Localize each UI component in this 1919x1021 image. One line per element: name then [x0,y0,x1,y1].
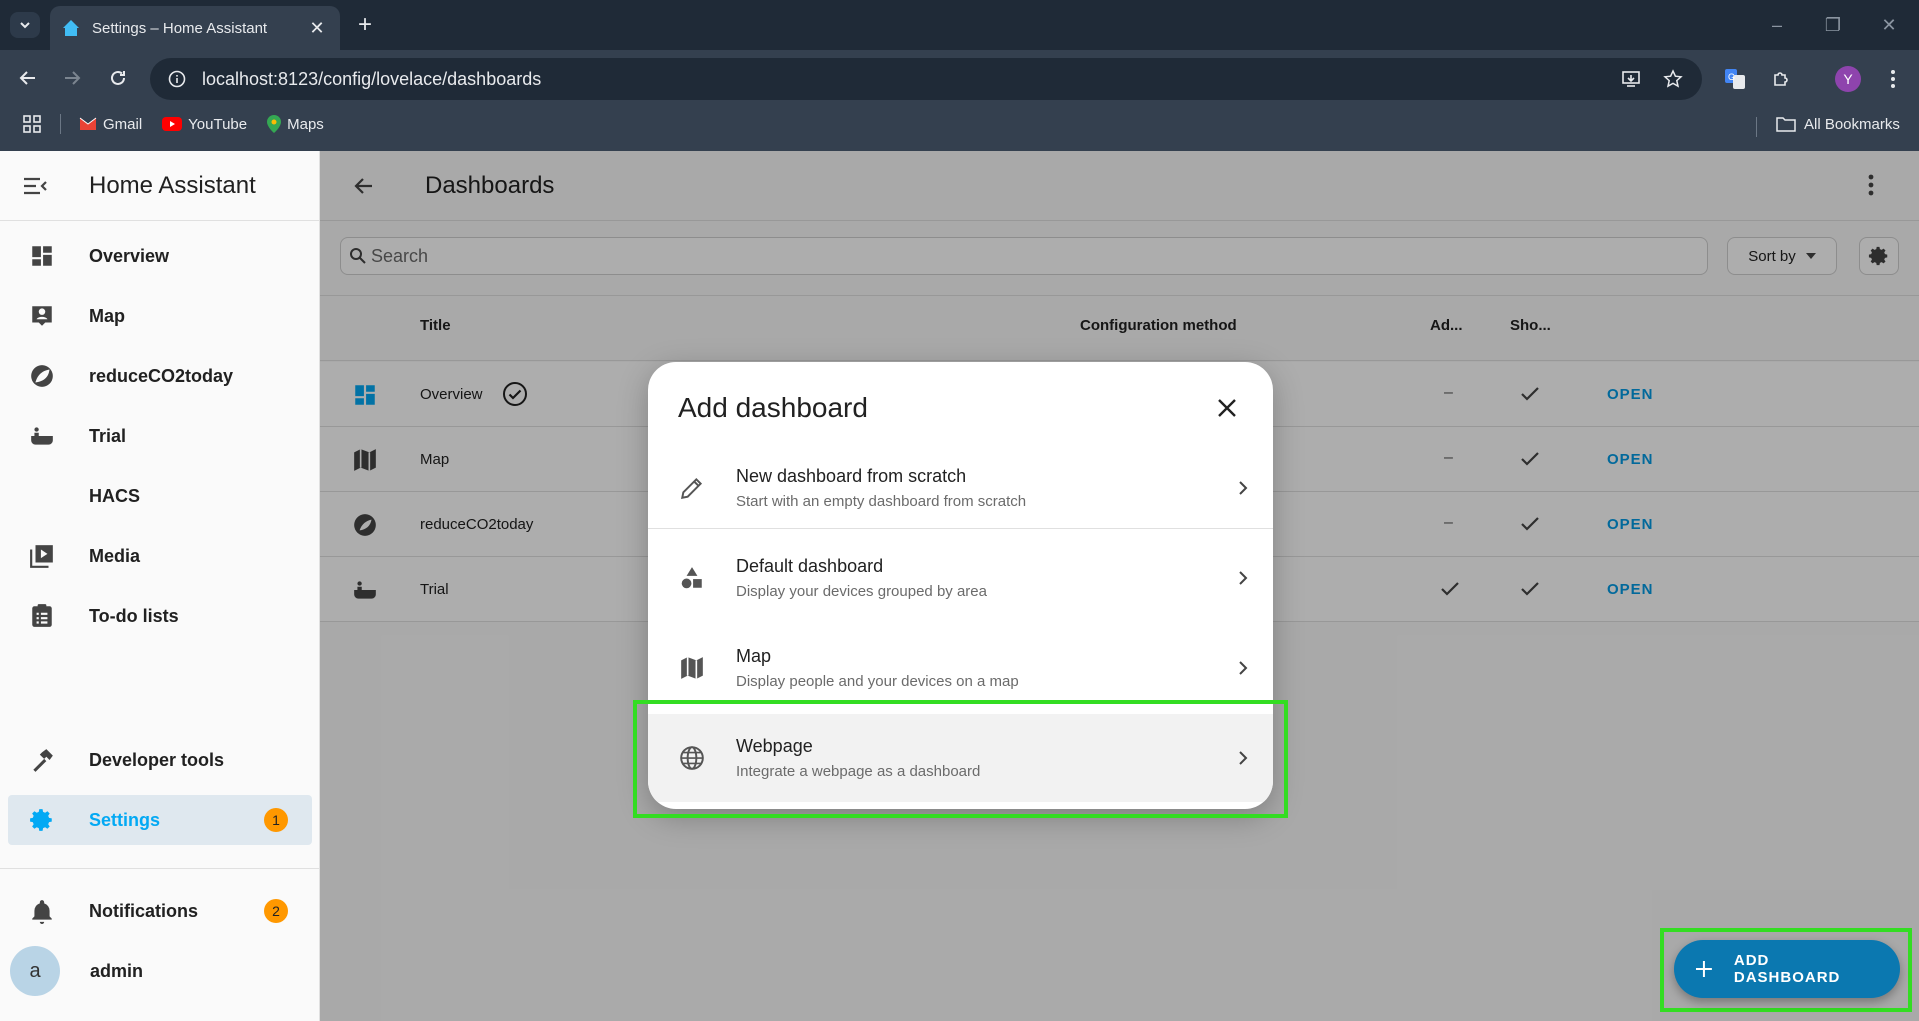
sidebar-divider [0,868,320,869]
bell-icon [32,900,52,924]
leaf-icon [31,365,53,387]
option-default-dashboard[interactable]: Default dashboard Display your devices g… [648,534,1273,622]
forward-icon[interactable] [58,64,86,92]
pencil-icon [681,477,703,499]
menu-collapse-icon[interactable] [22,176,48,196]
url-text: localhost:8123/config/lovelace/dashboard… [202,68,542,89]
option-description: Display people and your devices on a map [736,673,1019,690]
gmail-icon [79,117,97,130]
home-assistant-favicon-icon [63,20,79,36]
extensions-icon[interactable] [1768,66,1794,92]
tab-close-icon[interactable]: ✕ [306,17,328,39]
sidebar-item-developer-tools[interactable]: Developer tools [8,735,312,785]
restore-icon[interactable]: ❐ [1820,12,1846,38]
add-dashboard-button[interactable]: ADD DASHBOARD [1674,940,1900,998]
bookmarks-divider [1756,117,1757,137]
chevron-right-icon [1239,481,1248,495]
minimize-icon[interactable]: – [1764,12,1790,38]
bookmark-label: Maps [287,115,324,133]
bookmark-youtube[interactable]: YouTube [162,116,247,133]
reload-icon[interactable] [104,64,132,92]
bathtub-icon [31,427,53,445]
option-name: New dashboard from scratch [736,466,967,486]
svg-text:G: G [1728,72,1735,82]
sidebar-item-map[interactable]: Map [8,291,312,341]
new-tab-button[interactable]: + [352,11,378,38]
dialog-title: Add dashboard [678,392,868,423]
sidebar-item-label: HACS [89,485,141,506]
bookmark-maps[interactable]: Maps [267,115,324,133]
chevron-down-icon [20,22,30,29]
tab-search-button[interactable] [10,12,40,38]
browser-tab[interactable]: Settings – Home Assistant ✕ [50,6,340,50]
sidebar-item-settings[interactable]: Settings 1 [8,795,312,845]
maps-pin-icon [267,115,282,133]
address-bar[interactable]: localhost:8123/config/lovelace/dashboard… [150,58,1702,100]
map-account-icon [32,306,52,326]
user-name: admin [90,960,144,981]
sidebar-item-label: Trial [89,425,127,446]
notifications-badge: 2 [264,899,288,923]
sidebar-item-trial[interactable]: Trial [8,411,312,461]
sidebar-item-label: Map [89,305,125,326]
translate-icon[interactable]: G [1722,66,1748,92]
youtube-icon [162,117,183,131]
clipboard-list-icon [32,604,52,627]
sidebar-item-media[interactable]: Media [8,531,312,581]
apps-grid-icon[interactable] [22,114,42,134]
bookmark-gmail[interactable]: Gmail [79,116,142,133]
map-icon [681,657,703,679]
sidebar-item-label: Overview [89,245,170,266]
bookmark-label: Gmail [103,115,143,133]
option-map[interactable]: Map Display people and your devices on a… [648,624,1273,712]
browser-menu-icon[interactable] [1880,66,1906,92]
window-close-icon[interactable]: ✕ [1876,12,1902,38]
sidebar-item-reduceco2today[interactable]: reduceCO2today [8,351,312,401]
sidebar-item-notifications[interactable]: Notifications 2 [8,886,312,936]
dashboard-icon [32,246,52,266]
site-info-icon[interactable] [168,70,186,88]
gear-icon [30,809,52,831]
sidebar-item-label: reduceCO2today [89,365,234,386]
user-avatar: a [10,946,60,996]
sidebar-item-overview[interactable]: Overview [8,231,312,281]
sidebar-title: Home Assistant [89,172,256,199]
option-name: Map [736,646,772,666]
sidebar-item-label: Media [89,545,141,566]
hammer-icon [33,749,53,772]
tab-title: Settings – Home Assistant [92,19,268,37]
sidebar-item-hacs[interactable]: HACS [8,471,312,521]
sidebar-user[interactable]: a admin [10,946,143,996]
dialog-close-icon[interactable] [1211,392,1243,424]
add-dashboard-label: ADD DASHBOARD [1733,952,1841,986]
webpage-highlight-box [633,700,1288,818]
media-icon [30,545,53,568]
sidebar-item-todo-lists[interactable]: To-do lists [8,591,312,641]
profile-avatar[interactable]: Y [1835,66,1861,92]
bookmark-star-icon[interactable] [1660,66,1686,92]
settings-badge: 1 [264,808,288,832]
bookmark-label: YouTube [188,115,248,133]
sidebar-item-label: Notifications [89,900,199,921]
all-bookmarks[interactable]: All Bookmarks [1776,112,1900,136]
sidebar-item-label: Developer tools [89,749,225,770]
option-new-dashboard[interactable]: New dashboard from scratch Start with an… [648,444,1273,532]
hacs-icon [29,483,55,509]
sidebar-item-label: Settings [89,809,161,830]
folder-icon [1776,117,1796,132]
option-description: Start with an empty dashboard from scrat… [736,493,1027,510]
shapes-icon [681,567,702,589]
chevron-right-icon [1239,661,1248,675]
chevron-right-icon [1239,571,1248,585]
option-divider [648,528,1273,529]
all-bookmarks-label: All Bookmarks [1804,115,1900,133]
back-icon[interactable] [14,64,42,92]
option-name: Default dashboard [736,556,884,576]
option-description: Display your devices grouped by area [736,583,987,600]
bookmarks-bar: Gmail YouTube Maps [22,112,344,136]
install-app-icon[interactable] [1618,66,1644,92]
sidebar-item-label: To-do lists [89,605,179,626]
plus-icon [1695,961,1712,977]
